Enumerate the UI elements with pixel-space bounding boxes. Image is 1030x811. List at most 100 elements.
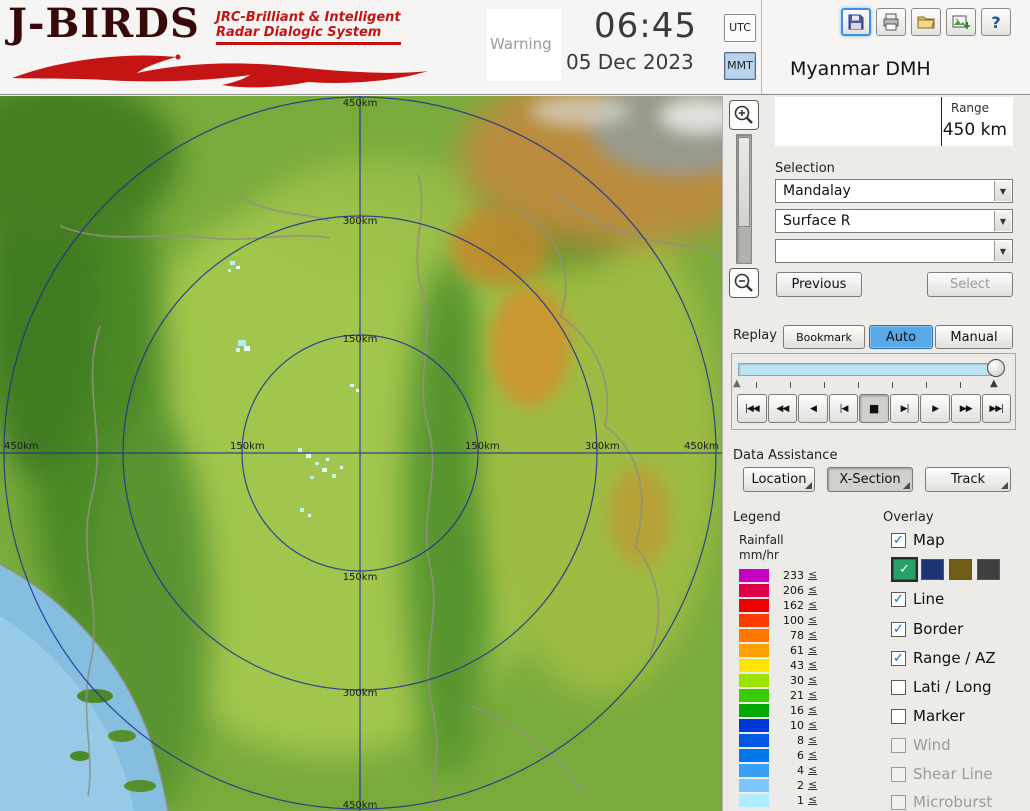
previous-button[interactable]: Previous [776,272,862,297]
marker-checkbox[interactable] [891,709,906,724]
radar-map-canvas: 450km 300km 150km 150km 300km 450km 450k… [0,96,722,811]
open-folder-button[interactable] [911,8,941,36]
skip-to-end-button[interactable]: ▶▶| [982,394,1012,423]
map-style-swatch-green[interactable]: ✓ [893,559,916,580]
overlay-item-line[interactable]: ✓ Line [891,589,944,609]
legend-le-symbol: ≤ [808,793,817,806]
legend-value: 10 [772,719,804,732]
wind-checkbox [891,738,906,753]
range-az-checkbox[interactable]: ✓ [891,651,906,666]
timezone-mmt-button[interactable]: MMT [724,52,756,80]
station-title: Myanmar DMH [790,58,931,80]
chevron-down-icon[interactable]: ▼ [994,241,1011,261]
timeline-tick [790,382,791,388]
overlay-item-label: Range / AZ [913,649,996,667]
legend-row: 78≤ [739,628,839,643]
data-assistance-label: Data Assistance [733,448,837,463]
step-back-button[interactable]: |◀ [829,394,859,423]
product-dropdown[interactable]: Surface R ▼ [775,209,1013,233]
manual-mode-button[interactable]: Manual [935,325,1013,349]
logo-tagline-1: JRC-Brilliant & Intelligent [216,10,401,25]
border-checkbox[interactable]: ✓ [891,622,906,637]
track-button[interactable]: Track [925,467,1011,492]
legend-le-symbol: ≤ [808,673,817,686]
dropdown-corner-icon [1001,482,1008,489]
map-style-swatch-blue[interactable] [921,559,944,580]
legend-value: 21 [772,689,804,702]
stop-button[interactable]: ■ [859,394,889,423]
overlay-item-label: Border [913,620,963,638]
legend-row: 21≤ [739,688,839,703]
x-section-button[interactable]: X-Section [827,467,913,492]
printer-icon [882,13,900,31]
logo-taglines: JRC-Brilliant & Intelligent Radar Dialog… [216,10,401,45]
step-forward-button[interactable]: ▶| [890,394,920,423]
extra-dropdown[interactable]: ▼ [775,239,1013,263]
ring-label: 150km [230,441,265,452]
toolbar: ? [841,8,1011,36]
site-dropdown[interactable]: Mandalay ▼ [775,179,1013,203]
x-section-button-label: X-Section [839,472,900,487]
timeline-start-marker-icon: ▲ [733,379,741,389]
range-display: Range 450 km [775,97,1013,146]
timeline-tick [892,382,893,388]
warning-label: Warning [490,35,552,53]
zoom-out-button[interactable] [729,268,759,298]
timezone-utc-button[interactable]: UTC [724,14,756,42]
legend-le-symbol: ≤ [808,658,817,671]
play-button[interactable]: ▶ [920,394,950,423]
check-icon: ✓ [899,562,910,577]
zoom-slider-thumb[interactable] [738,137,750,227]
legend-row: 100≤ [739,613,839,628]
overlay-item-lati-long[interactable]: Lati / Long [891,677,992,697]
line-checkbox[interactable]: ✓ [891,592,906,607]
range-label: Range [951,101,989,115]
legend-row: 61≤ [739,643,839,658]
legend-swatch [739,569,769,582]
overlay-item-map[interactable]: ✓ Map [891,530,945,550]
clock: 06:45 05 Dec 2023 [566,6,716,74]
location-button[interactable]: Location [743,467,815,492]
floppy-disk-icon [847,13,865,31]
select-button[interactable]: Select [927,272,1013,297]
bookmark-button[interactable]: Bookmark [783,325,865,349]
map-style-swatch-olive[interactable] [949,559,972,580]
zoom-slider[interactable] [736,134,752,264]
overlay-item-label: Lati / Long [913,678,992,696]
map-checkbox[interactable]: ✓ [891,533,906,548]
replay-controls-frame: ▲ ▲ |◀◀ ◀◀ ◀ |◀ ■ ▶| ▶ ▶▶ ▶▶| [731,353,1016,430]
overlay-item-range-az[interactable]: ✓ Range / AZ [891,648,996,668]
overlay-item-label: Map [913,531,945,549]
overlay-item-border[interactable]: ✓ Border [891,619,963,639]
fast-forward-button[interactable]: ▶▶ [951,394,981,423]
legend-row: 1≤ [739,793,839,808]
zoom-in-button[interactable] [729,100,759,130]
print-button[interactable] [876,8,906,36]
overlay-item-marker[interactable]: Marker [891,706,965,726]
timeline-handle[interactable] [987,359,1005,377]
legend-value: 16 [772,704,804,717]
help-button[interactable]: ? [981,8,1011,36]
legend-swatch [739,794,769,807]
skip-to-start-button[interactable]: |◀◀ [737,394,767,423]
overlay-item-shear-line: Shear Line [891,764,993,784]
overlay-item-label: Line [913,590,944,608]
timeline-position-marker-icon[interactable]: ▲ [990,379,998,389]
auto-mode-button[interactable]: Auto [869,325,933,349]
chevron-down-icon[interactable]: ▼ [994,181,1011,201]
save-button[interactable] [841,8,871,36]
chevron-down-icon[interactable]: ▼ [994,211,1011,231]
legend-value: 8 [772,734,804,747]
fast-rewind-button[interactable]: ◀◀ [768,394,798,423]
legend-le-symbol: ≤ [808,718,817,731]
legend-row: 10 ≤ [739,718,839,733]
capture-image-button[interactable] [946,8,976,36]
timeline-slider[interactable] [738,363,996,376]
play-backward-button[interactable]: ◀ [798,394,828,423]
radar-map-view[interactable]: 450km 300km 150km 150km 300km 450km 450k… [0,96,722,811]
lati-long-checkbox[interactable] [891,680,906,695]
overlay-label: Overlay [883,510,934,525]
map-style-swatch-gray[interactable] [977,559,1000,580]
legend-le-symbol: ≤ [808,703,817,716]
overlay-item-label: Wind [913,736,951,754]
